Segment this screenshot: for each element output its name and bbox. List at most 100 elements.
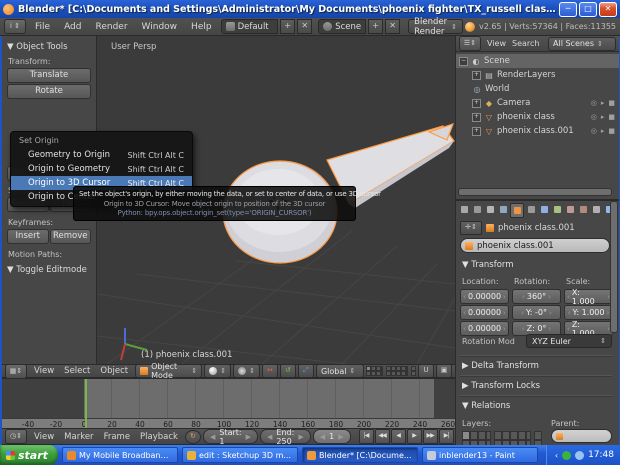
outliner-row[interactable]: + ▽ phoenix class.001 ◎ ▸ ■ <box>456 124 619 138</box>
scale-field[interactable]: ‹X: 1.000› <box>564 289 613 304</box>
expander-icon[interactable]: + <box>472 71 481 80</box>
selectability-arrow-icon[interactable]: ▸ <box>601 99 605 107</box>
pivot-point-selector[interactable]: ⇕ <box>233 364 260 378</box>
object-name-field[interactable]: phoenix class.001 <box>460 238 610 253</box>
taskbar-task-button[interactable]: inblender13 - Paint <box>422 447 538 463</box>
pin-icon[interactable]: ✛⇕ <box>460 221 482 235</box>
decrement-arrow-icon[interactable]: ◀ <box>210 433 215 441</box>
translate-button[interactable]: Translate <box>7 68 91 83</box>
layer-cell[interactable] <box>494 431 502 440</box>
layer-cell[interactable] <box>534 431 542 440</box>
increment-arrow-icon[interactable]: ▶ <box>338 433 343 441</box>
viewport-layers-grid[interactable] <box>366 366 416 376</box>
menu-item[interactable]: File <box>28 22 57 32</box>
renderability-camera-icon[interactable]: ■ <box>608 127 615 135</box>
playback-button[interactable]: ▶▶ <box>423 429 438 444</box>
expander-icon[interactable]: + <box>472 127 481 136</box>
layer-cell[interactable] <box>411 371 416 376</box>
timeline-menu-item[interactable]: Marker <box>59 432 98 442</box>
menu-item[interactable]: Window <box>135 22 185 32</box>
layer-cell[interactable] <box>381 371 383 376</box>
viewport-menu-item[interactable]: Select <box>59 366 95 376</box>
properties-vertical-scrollbar[interactable] <box>610 201 618 333</box>
relations-panel-header[interactable]: ▼ Relations <box>462 401 510 411</box>
playback-button[interactable]: ◀ <box>391 429 406 444</box>
location-field[interactable]: ‹0.00000› <box>460 305 509 320</box>
properties-tab[interactable] <box>471 203 483 216</box>
transform-panel-header[interactable]: ▼ Transform <box>462 260 514 270</box>
timeline-menu-item[interactable]: Playback <box>135 432 183 442</box>
outliner-menu-item[interactable]: Search <box>509 39 542 48</box>
properties-tab[interactable] <box>458 203 470 216</box>
start-button[interactable]: start <box>0 445 58 465</box>
outliner-row[interactable]: + ▽ phoenix class ◎ ▸ ■ <box>456 110 619 124</box>
snap-magnet-icon[interactable]: U <box>418 364 434 378</box>
render-engine-selector[interactable]: Blender Render ⇕ <box>408 19 463 34</box>
selectability-arrow-icon[interactable]: ▸ <box>601 127 605 135</box>
expander-icon[interactable]: − <box>459 57 468 66</box>
taskbar-task-button[interactable]: My Mobile Broadband... <box>62 447 178 463</box>
set-origin-menu-item[interactable]: Geometry to Origin Shift Ctrl Alt C <box>11 148 192 162</box>
location-field[interactable]: ‹0.00000› <box>460 289 509 304</box>
transform-orientation-selector[interactable]: Global ⇕ <box>316 364 364 378</box>
screen-layout-selector[interactable]: Default <box>221 19 279 34</box>
outliner-menu-item[interactable]: View <box>484 39 509 48</box>
sync-icon[interactable]: ↻ <box>185 430 201 444</box>
layer-cell[interactable] <box>406 371 408 376</box>
tray-network-icon[interactable] <box>575 451 584 460</box>
visibility-eye-icon[interactable]: ◎ <box>591 113 597 121</box>
timeline[interactable]: -40-200204060801001201401601802002202402… <box>2 378 455 429</box>
manipulator-rotate-icon[interactable]: ↺ <box>280 364 296 378</box>
properties-tab[interactable] <box>551 203 563 216</box>
properties-tab[interactable] <box>564 203 576 216</box>
start-frame-field[interactable]: ◀ Start: 1 ▶ <box>203 429 258 444</box>
rotation-mode-dropdown[interactable]: XYZ Euler ⇕ <box>526 334 612 348</box>
playback-button[interactable]: ▶| <box>439 429 454 444</box>
timeline-menu-item[interactable]: Frame <box>99 432 135 442</box>
delete-scene-button[interactable]: ✕ <box>385 19 400 34</box>
set-origin-menu-item[interactable]: Origin to Geometry Shift Ctrl Alt C <box>11 162 192 176</box>
layer-cell[interactable] <box>526 431 531 440</box>
playback-button[interactable]: ◀◀ <box>375 429 390 444</box>
rotation-field[interactable]: ‹Y: -0°› <box>512 305 561 320</box>
add-layout-button[interactable]: + <box>280 19 295 34</box>
maximize-button[interactable]: □ <box>579 2 597 17</box>
close-button[interactable]: ✕ <box>599 2 617 17</box>
layer-cell[interactable] <box>502 431 510 440</box>
renderability-camera-icon[interactable]: ■ <box>608 113 615 121</box>
insert-keyframe-button[interactable]: Insert <box>7 229 49 244</box>
location-field[interactable]: ‹0.00000› <box>460 321 509 336</box>
scene-selector[interactable]: Scene <box>318 19 366 34</box>
tray-shield-icon[interactable] <box>562 451 571 460</box>
scale-field[interactable]: ‹Y: 1.000› <box>564 305 613 320</box>
menu-item[interactable]: Render <box>89 22 135 32</box>
timeline-menu-item[interactable]: View <box>29 432 59 442</box>
renderability-camera-icon[interactable]: ■ <box>608 99 615 107</box>
visibility-eye-icon[interactable]: ◎ <box>591 127 597 135</box>
properties-tab[interactable] <box>590 203 602 216</box>
current-frame-field[interactable]: ◀ 1 ▶ <box>313 429 351 444</box>
rotation-field[interactable]: ‹360°› <box>512 289 561 304</box>
tray-chevron-icon[interactable]: ‹ <box>555 451 558 460</box>
layer-cell[interactable] <box>486 431 491 440</box>
properties-tab[interactable] <box>538 203 550 216</box>
menu-item[interactable]: Help <box>184 22 219 32</box>
menu-item[interactable]: Add <box>57 22 88 32</box>
layer-cell[interactable] <box>510 431 518 440</box>
properties-tab[interactable] <box>525 203 537 216</box>
manipulator-translate-icon[interactable]: ↔ <box>262 364 278 378</box>
visibility-eye-icon[interactable]: ◎ <box>591 99 597 107</box>
outliner-row[interactable]: + ▤ RenderLayers <box>456 68 619 82</box>
outliner-row[interactable]: + ◆ Camera ◎ ▸ ■ <box>456 96 619 110</box>
outliner-horizontal-scrollbar[interactable] <box>458 188 612 196</box>
properties-tab[interactable] <box>497 203 509 216</box>
minimize-button[interactable]: ─ <box>559 2 577 17</box>
layer-cell[interactable] <box>470 431 478 440</box>
editor-type-icon[interactable]: i ⇕ <box>4 19 26 34</box>
increment-arrow-icon[interactable]: ▶ <box>298 433 303 441</box>
properties-tab[interactable] <box>577 203 589 216</box>
add-scene-button[interactable]: + <box>368 19 383 34</box>
delta-transform-panel-header[interactable]: ▶ Delta Transform <box>462 361 539 371</box>
viewport-menu-item[interactable]: View <box>29 366 59 376</box>
properties-tab[interactable] <box>510 203 524 218</box>
